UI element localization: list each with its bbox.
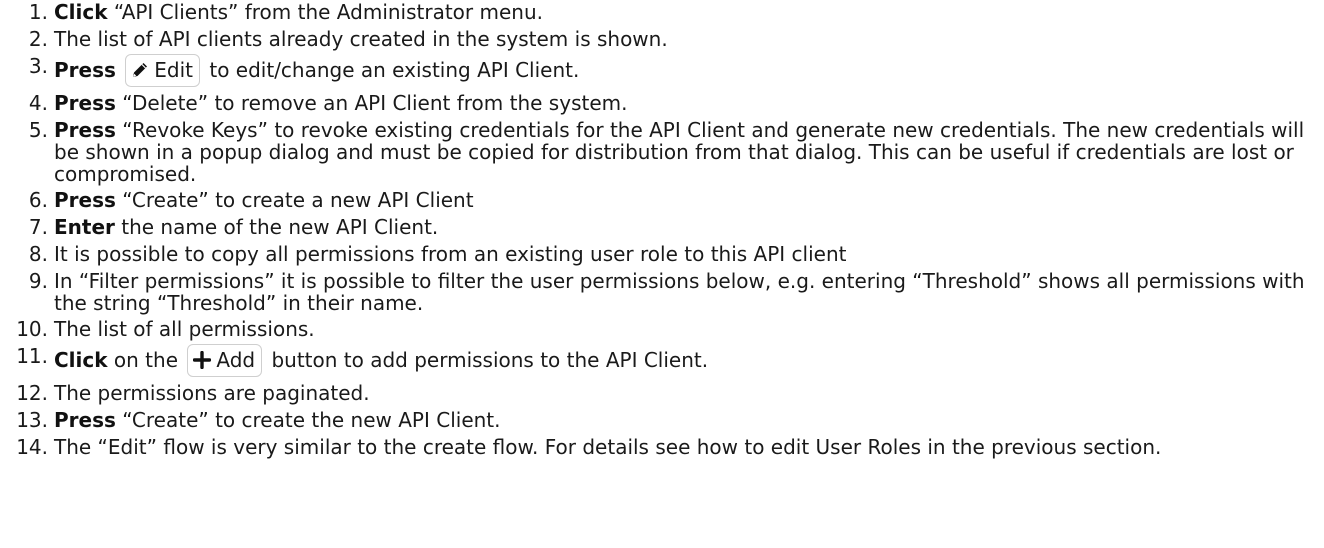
step-verb: Click bbox=[54, 0, 108, 24]
step-3: 3. Press Edit to edit/change an existing… bbox=[0, 54, 1324, 88]
step-5: 5. Press “Revoke Keys” to revoke existin… bbox=[0, 118, 1324, 186]
step-text: “Revoke Keys” to revoke existing credent… bbox=[54, 118, 1305, 186]
step-number: 1. bbox=[28, 0, 48, 24]
step-text: “Create” to create a new API Client bbox=[115, 188, 474, 212]
edit-button-label: Edit bbox=[154, 58, 193, 82]
step-1: 1. Click “API Clients” from the Administ… bbox=[0, 1, 1324, 24]
step-verb: Press bbox=[54, 408, 116, 432]
step-verb: Press bbox=[54, 188, 116, 212]
step-text: “API Clients” from the Administrator men… bbox=[107, 0, 543, 24]
add-button-label: Add bbox=[216, 348, 256, 372]
step-number: 3. bbox=[28, 54, 48, 78]
step-verb: Click bbox=[54, 348, 108, 372]
step-text: the name of the new API Client. bbox=[114, 215, 439, 239]
step-13: 13. Press “Create” to create the new API… bbox=[0, 409, 1324, 432]
step-7: 7. Enter the name of the new API Client. bbox=[0, 216, 1324, 239]
step-text: “Delete” to remove an API Client from th… bbox=[115, 91, 628, 115]
step-text: The list of API clients already created … bbox=[54, 27, 668, 51]
step-verb: Press bbox=[54, 91, 116, 115]
step-text: In “Filter permissions” it is possible t… bbox=[54, 269, 1305, 315]
step-number: 2. bbox=[28, 27, 48, 51]
step-text: The list of all permissions. bbox=[54, 317, 315, 341]
steps-list: 1. Click “API Clients” from the Administ… bbox=[0, 0, 1324, 459]
step-number: 6. bbox=[28, 188, 48, 212]
step-number: 8. bbox=[28, 242, 48, 266]
step-verb: Enter bbox=[54, 215, 115, 239]
add-button[interactable]: Add bbox=[187, 344, 263, 377]
step-number: 12. bbox=[16, 381, 48, 405]
step-number: 7. bbox=[28, 215, 48, 239]
plus-icon bbox=[193, 351, 212, 369]
step-10: 10. The list of all permissions. bbox=[0, 318, 1324, 341]
step-number: 14. bbox=[16, 435, 48, 459]
step-verb: Press bbox=[54, 58, 116, 82]
step-number: 13. bbox=[16, 408, 48, 432]
step-11: 11. Click on the Add button to add permi… bbox=[0, 344, 1324, 378]
step-text: “Create” to create the new API Client. bbox=[115, 408, 501, 432]
step-12: 12. The permissions are paginated. bbox=[0, 382, 1324, 405]
step-number: 11. bbox=[16, 344, 48, 368]
step-4: 4. Press “Delete” to remove an API Clien… bbox=[0, 92, 1324, 115]
step-text: It is possible to copy all permissions f… bbox=[54, 242, 847, 266]
step-8: 8. It is possible to copy all permission… bbox=[0, 243, 1324, 266]
step-text: The permissions are paginated. bbox=[54, 381, 370, 405]
pencil-icon bbox=[133, 63, 148, 77]
instruction-document: 1. Click “API Clients” from the Administ… bbox=[0, 0, 1324, 548]
step-text: to edit/change an existing API Client. bbox=[203, 58, 580, 82]
step-14: 14. The “Edit” flow is very similar to t… bbox=[0, 435, 1324, 459]
step-number: 4. bbox=[28, 91, 48, 115]
step-verb: Press bbox=[54, 118, 116, 142]
edit-button[interactable]: Edit bbox=[125, 54, 200, 87]
step-text: button to add permissions to the API Cli… bbox=[265, 348, 709, 372]
step-6: 6. Press “Create” to create a new API Cl… bbox=[0, 189, 1324, 212]
step-2: 2. The list of API clients already creat… bbox=[0, 28, 1324, 51]
step-9: 9. In “Filter permissions” it is possibl… bbox=[0, 269, 1324, 315]
step-number: 9. bbox=[28, 269, 48, 293]
step-number: 5. bbox=[28, 118, 48, 142]
step-text: The “Edit” flow is very similar to the c… bbox=[54, 435, 1162, 459]
step-number: 10. bbox=[16, 317, 48, 341]
